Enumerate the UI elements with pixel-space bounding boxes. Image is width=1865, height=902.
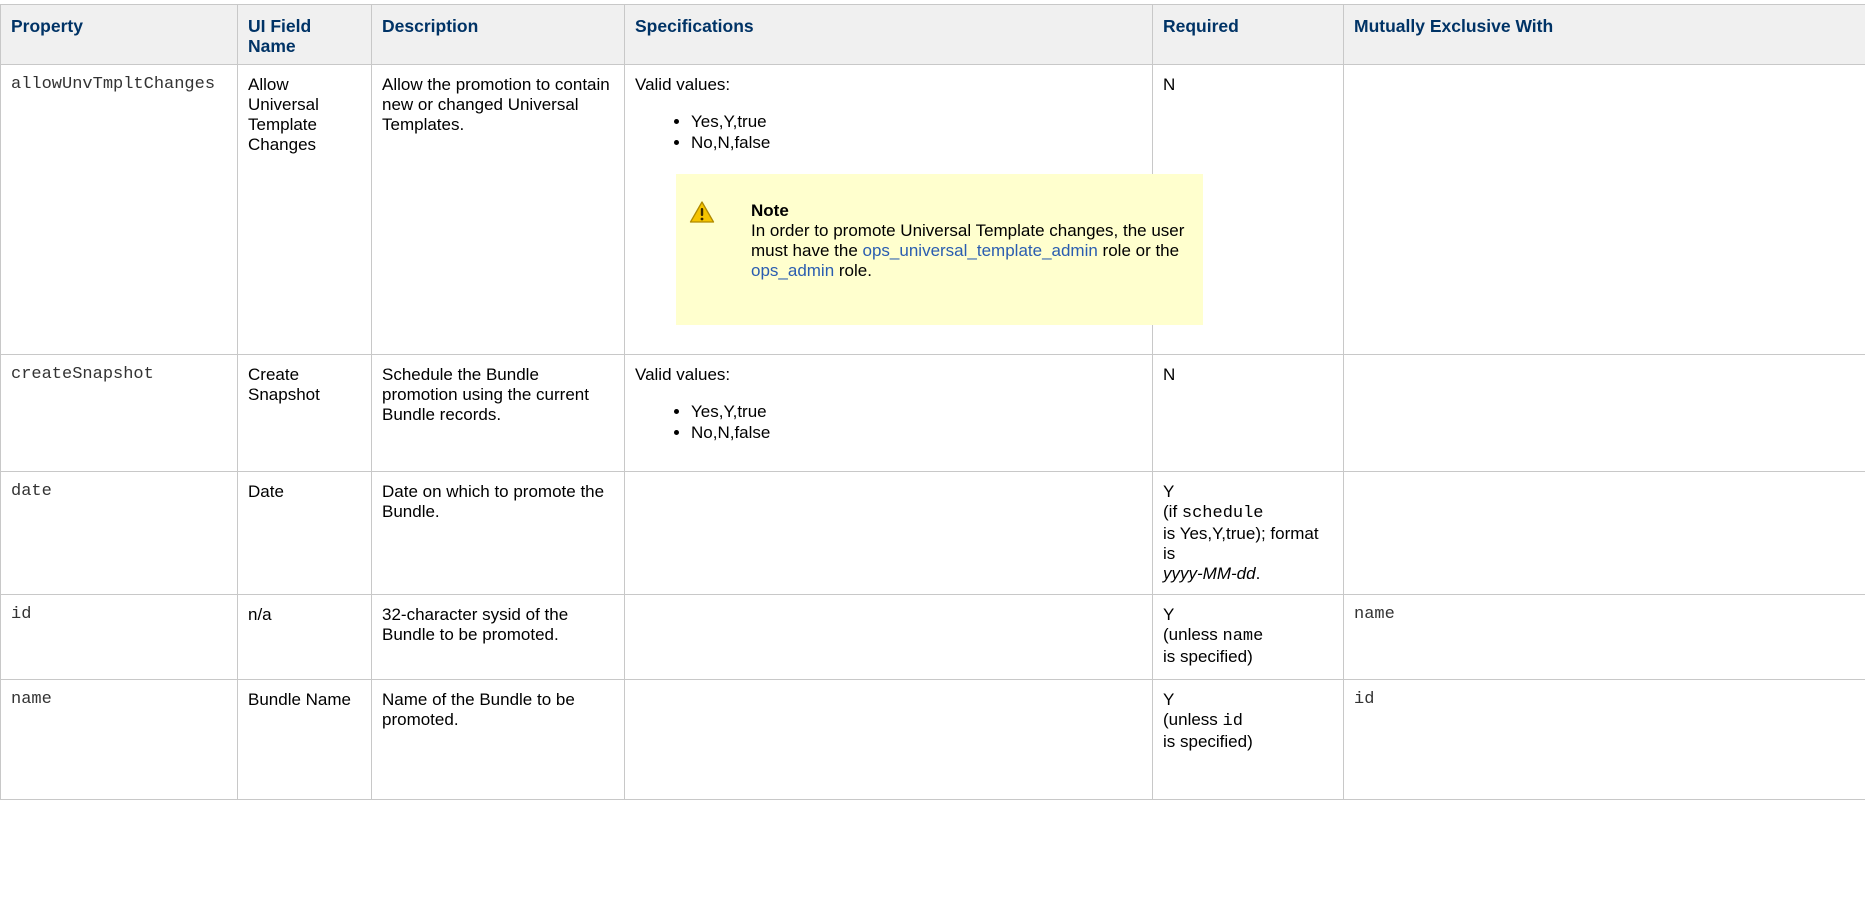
required-text: (if [1163,502,1182,521]
description-cell: Name of the Bundle to be promoted. [371,679,625,800]
note-body: In order to promote Universal Template c… [751,221,1189,281]
inline-code: schedule [1181,504,1264,523]
note-text: role. [834,261,872,280]
property-cell: name [0,679,238,800]
table-row: createSnapshot Create Snapshot Schedule … [0,354,1865,472]
note-box: Note In order to promote Universal Templ… [676,174,1203,325]
properties-table: Property UI Field Name Description Speci… [0,4,1865,800]
valid-values-list: Yes,Y,true No,N,false [635,401,1142,443]
ui-field-cell: Bundle Name [237,679,372,800]
ops-universal-template-admin-link[interactable]: ops_universal_template_admin [863,241,1098,260]
date-format: yyyy-MM-dd [1163,564,1256,583]
required-cell: N [1152,354,1344,472]
list-item: No,N,false [691,422,1142,443]
exclusive-cell [1343,471,1865,595]
property-cell: id [0,594,238,680]
table-row: allowUnvTmpltChanges Allow Universal Tem… [0,64,1865,355]
required-cell: Y (unless name is specified) [1152,594,1344,680]
required-text: is specified) [1163,732,1253,751]
ui-field-cell: Date [237,471,372,595]
specifications-cell [624,471,1153,595]
valid-values-list: Yes,Y,true No,N,false [635,111,1142,153]
required-text: (unless [1163,710,1223,729]
warning-icon [689,200,715,224]
required-text: is Yes,Y,true); format is [1163,524,1319,563]
specifications-cell: Valid values: Yes,Y,true No,N,false [624,354,1153,472]
required-value: Y [1163,605,1175,624]
required-text: (unless [1163,625,1223,644]
inline-code: name [1222,627,1264,646]
note-title: Note [751,201,789,220]
description-cell: Allow the promotion to contain new or ch… [371,64,625,355]
property-cell: allowUnvTmpltChanges [0,64,238,355]
required-cell: Y (if schedule is Yes,Y,true); format is… [1152,471,1344,595]
column-header-ui-field-name: UI Field Name [237,4,372,65]
exclusive-cell: id [1343,679,1865,800]
column-header-property: Property [0,4,238,65]
ui-field-cell: Create Snapshot [237,354,372,472]
column-header-required: Required [1152,4,1344,65]
list-item: No,N,false [691,132,1142,153]
specifications-cell [624,679,1153,800]
column-header-specifications: Specifications [624,4,1153,65]
exclusive-cell [1343,64,1865,355]
note-text: role or the [1097,241,1180,260]
property-cell: date [0,471,238,595]
exclusive-cell: name [1343,594,1865,680]
description-cell: Schedule the Bundle promotion using the … [371,354,625,472]
exclusive-cell [1343,354,1865,472]
list-item: Yes,Y,true [691,401,1142,422]
table-row: date Date Date on which to promote the B… [0,471,1865,595]
spec-intro: Valid values: [635,75,731,94]
description-cell: 32-character sysid of the Bundle to be p… [371,594,625,680]
table-row: name Bundle Name Name of the Bundle to b… [0,679,1865,800]
column-header-mutually-exclusive: Mutually Exclusive With [1343,4,1865,65]
specifications-cell: Valid values: Yes,Y,true No,N,false Note [624,64,1203,355]
list-item: Yes,Y,true [691,111,1142,132]
required-text: is specified) [1163,647,1253,666]
required-format: yyyy-MM-dd. [1163,564,1333,584]
column-header-description: Description [371,4,625,65]
required-condition: (if schedule [1163,502,1333,524]
table-row: id n/a 32-character sysid of the Bundle … [0,594,1865,680]
description-cell: Date on which to promote the Bundle. [371,471,625,595]
table-header-row: Property UI Field Name Description Speci… [0,4,1865,65]
required-condition: (unless name [1163,625,1333,647]
specifications-cell [624,594,1153,680]
property-cell: createSnapshot [0,354,238,472]
required-cell: Y (unless id is specified) [1152,679,1344,800]
required-condition: (unless id [1163,710,1333,732]
ui-field-cell: Allow Universal Template Changes [237,64,372,355]
required-value: Y [1163,690,1175,709]
spec-intro: Valid values: [635,365,731,384]
required-text: . [1255,564,1261,583]
ops-admin-link[interactable]: ops_admin [751,261,834,280]
inline-code: id [1222,712,1243,731]
required-value: Y [1163,482,1175,501]
ui-field-cell: n/a [237,594,372,680]
